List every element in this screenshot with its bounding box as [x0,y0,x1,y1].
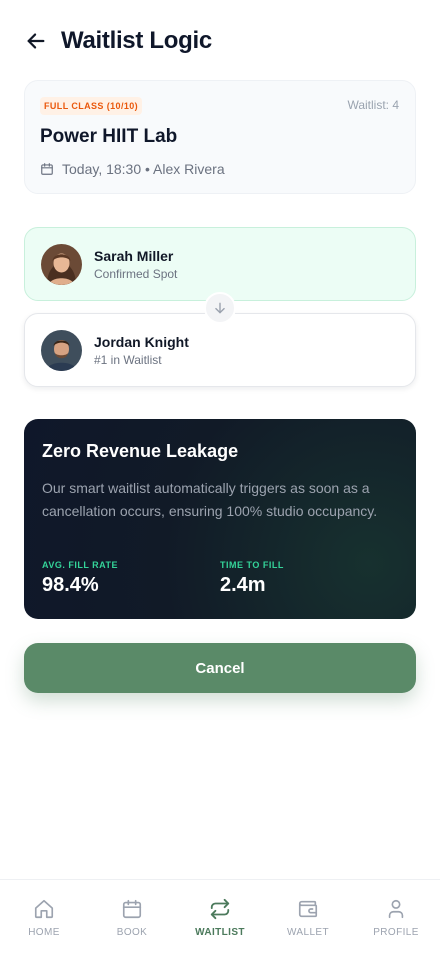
class-name: Power HIIT Lab [40,126,178,147]
class-meta-text: Today, 18:30 • Alex Rivera [62,161,225,177]
stat-value: 98.4% [42,574,99,596]
person-name: Jordan Knight [94,333,189,350]
swap-icon [208,897,232,921]
user-icon [384,897,408,921]
nav-label: HOME [28,927,60,938]
class-meta: Today, 18:30 • Alex Rivera [40,161,225,177]
person-name: Sarah Miller [94,247,174,264]
avatar [41,329,82,371]
nav-label: BOOK [116,927,148,938]
waitlist-count: Waitlist: 4 [347,98,399,112]
revenue-title: Zero Revenue Leakage [42,441,239,461]
person-info: Sarah Miller Confirmed Spot [94,248,177,281]
class-card: FULL CLASS (10/10) Waitlist: 4 Power HII… [24,80,416,194]
waitlist-person-card[interactable]: Jordan Knight #1 in Waitlist [24,313,416,387]
stat-time-to-fill: TIME TO FILL 2.4m [220,560,284,597]
nav-label: WALLET [286,927,330,938]
calendar-icon [40,162,54,176]
arrow-down-icon [215,302,225,314]
nav-item-home[interactable]: HOME [0,880,88,956]
arrow-connector [204,292,236,324]
revenue-card: Zero Revenue Leakage Our smart waitlist … [24,419,416,619]
confirmed-person-card[interactable]: Sarah Miller Confirmed Spot [24,227,416,301]
page-title: Waitlist Logic [61,27,212,54]
home-icon [32,897,56,921]
avatar [41,243,82,285]
arrow-left-icon [27,33,45,49]
person-info: Jordan Knight #1 in Waitlist [94,334,189,367]
stat-label: TIME TO FILL [220,560,284,570]
stat-label: AVG. FILL RATE [42,560,118,570]
stat-fill-rate: AVG. FILL RATE 98.4% [42,560,118,597]
person-status: #1 in Waitlist [94,352,162,367]
stat-value: 2.4m [220,574,266,596]
back-button[interactable] [24,29,48,53]
nav-label: WAITLIST [195,927,245,938]
revenue-description: Our smart waitlist automatically trigger… [42,480,378,519]
nav-item-profile[interactable]: PROFILE [352,880,440,956]
header: Waitlist Logic [24,26,212,56]
nav-item-wallet[interactable]: WALLET [264,880,352,956]
person-status: Confirmed Spot [94,266,178,281]
bottom-nav: HOME BOOK WAITLIST WALLET PROFILE [0,879,440,956]
nav-item-waitlist[interactable]: WAITLIST [176,880,264,956]
nav-item-book[interactable]: BOOK [88,880,176,956]
wallet-icon [296,897,320,921]
full-class-badge: FULL CLASS (10/10) [40,97,143,115]
nav-label: PROFILE [373,927,419,938]
calendar-icon [120,897,144,921]
cancel-button[interactable]: Cancel [24,643,416,693]
